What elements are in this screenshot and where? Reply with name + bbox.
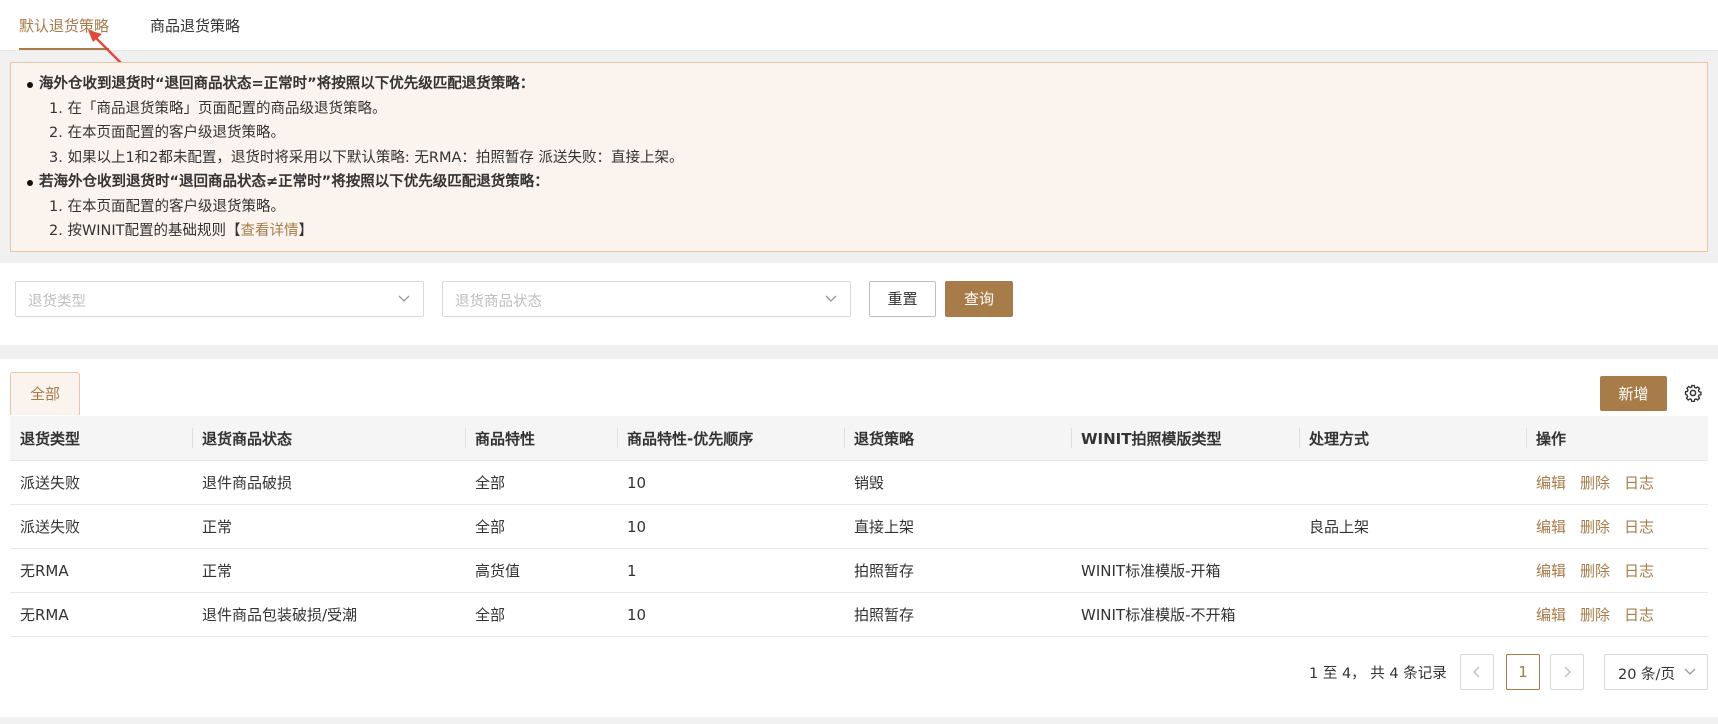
cell-return-status: 退件商品包装破损/受潮	[192, 592, 465, 637]
notice-rule-prefix: 2. 按WINIT配置的基础规则【	[49, 223, 241, 239]
column-header: 商品特性-优先顺序	[617, 416, 844, 461]
edit-link[interactable]: 编辑	[1536, 606, 1566, 624]
delete-link[interactable]: 删除	[1580, 518, 1610, 536]
cell-photo-template	[1071, 460, 1299, 505]
chevron-down-icon	[1684, 668, 1696, 675]
return-status-select[interactable]: 退货商品状态	[442, 281, 851, 317]
prev-page-button[interactable]	[1460, 654, 1494, 690]
return-status-placeholder: 退货商品状态	[455, 294, 542, 310]
cell-handling: 良品上架	[1299, 504, 1526, 549]
cell-actions: 编辑 删除 日志	[1526, 460, 1708, 505]
table-row: 派送失败 正常 全部 10 直接上架 良品上架 编辑 删除 日志	[10, 504, 1708, 549]
cell-return-type: 无RMA	[10, 548, 192, 593]
column-header: 退货商品状态	[192, 416, 465, 461]
notice-section2-item: 2. 按WINIT配置的基础规则【查看详情】	[49, 219, 313, 244]
view-details-link[interactable]: 查看详情	[241, 223, 299, 239]
chevron-down-icon	[825, 295, 837, 302]
notice-section1-item: 1. 在「商品退货策略」页面配置的商品级退货策略。	[49, 101, 387, 117]
cell-handling	[1299, 460, 1526, 505]
cell-handling	[1299, 592, 1526, 637]
cell-return-strategy: 直接上架	[844, 504, 1071, 549]
reset-button[interactable]: 重置	[869, 281, 936, 317]
edit-link[interactable]: 编辑	[1536, 474, 1566, 492]
page-size-value: 20 条/页	[1618, 667, 1675, 683]
tab-product-return-policy[interactable]: 商品退货策略	[150, 15, 240, 50]
cell-return-type: 派送失败	[10, 504, 192, 549]
cell-photo-template: WINIT标准模版-开箱	[1071, 548, 1299, 593]
delete-link[interactable]: 删除	[1580, 474, 1610, 492]
cell-return-type: 派送失败	[10, 460, 192, 505]
cell-return-strategy: 拍照暂存	[844, 592, 1071, 637]
column-header: WINIT拍照模版类型	[1071, 416, 1299, 461]
tab-all[interactable]: 全部	[10, 372, 80, 415]
cell-product-feature: 全部	[465, 504, 617, 549]
add-button[interactable]: 新增	[1600, 376, 1667, 411]
chevron-right-icon	[1564, 666, 1571, 678]
pagination-summary: 1 至 4， 共 4 条记录	[1309, 666, 1447, 682]
chevron-left-icon	[1473, 666, 1480, 678]
table-header-row: 退货类型 退货商品状态 商品特性 商品特性-优先顺序 退货策略 WINIT拍照模…	[10, 416, 1708, 461]
column-header: 退货策略	[844, 416, 1071, 461]
notice-section1-item: 3. 如果以上1和2都未配置，退货时将采用以下默认策略: 无RMA：拍照暂存 派…	[49, 150, 684, 166]
cell-return-status: 退件商品破损	[192, 460, 465, 505]
column-header: 商品特性	[465, 416, 617, 461]
log-link[interactable]: 日志	[1624, 562, 1654, 580]
cell-feature-priority: 10	[617, 460, 844, 505]
page-number-button[interactable]: 1	[1506, 654, 1540, 690]
cell-return-strategy: 拍照暂存	[844, 548, 1071, 593]
gear-icon[interactable]	[1684, 384, 1702, 402]
cell-return-status: 正常	[192, 548, 465, 593]
filter-panel: 退货类型 退货商品状态	[0, 263, 1718, 345]
column-header: 处理方式	[1299, 416, 1526, 461]
table-row: 无RMA 退件商品包装破损/受潮 全部 10 拍照暂存 WINIT标准模版-不开…	[10, 592, 1708, 637]
edit-link[interactable]: 编辑	[1536, 562, 1566, 580]
return-type-select[interactable]: 退货类型	[15, 281, 424, 317]
table-row: 无RMA 正常 高货值 1 拍照暂存 WINIT标准模版-开箱 编辑 删除 日志	[10, 548, 1708, 593]
cell-actions: 编辑 删除 日志	[1526, 504, 1708, 549]
delete-link[interactable]: 删除	[1580, 606, 1610, 624]
notice-section1-title: 海外仓收到退货时“退回商品状态=正常时”将按照以下优先级匹配退货策略：	[26, 72, 534, 97]
cell-product-feature: 全部	[465, 460, 617, 505]
cell-handling	[1299, 548, 1526, 593]
cell-return-status: 正常	[192, 504, 465, 549]
log-link[interactable]: 日志	[1624, 606, 1654, 624]
return-policy-table: 退货类型 退货商品状态 商品特性 商品特性-优先顺序 退货策略 WINIT拍照模…	[10, 416, 1708, 637]
notice-section1-item: 2. 在本页面配置的客户级退货策略。	[49, 125, 285, 141]
cell-actions: 编辑 删除 日志	[1526, 548, 1708, 593]
cell-feature-priority: 1	[617, 548, 844, 593]
page-size-select[interactable]: 20 条/页	[1604, 654, 1708, 690]
log-link[interactable]: 日志	[1624, 474, 1654, 492]
cell-actions: 编辑 删除 日志	[1526, 592, 1708, 637]
cell-return-strategy: 销毁	[844, 460, 1071, 505]
return-type-placeholder: 退货类型	[28, 294, 86, 310]
notice-section2-item: 1. 在本页面配置的客户级退货策略。	[49, 199, 285, 215]
cell-product-feature: 全部	[465, 592, 617, 637]
column-header: 操作	[1526, 416, 1708, 461]
next-page-button[interactable]	[1550, 654, 1584, 690]
delete-link[interactable]: 删除	[1580, 562, 1610, 580]
chevron-down-icon	[398, 295, 410, 302]
notice-section2-title: 若海外仓收到退货时“退回商品状态≠正常时”将按照以下优先级匹配退货策略：	[27, 170, 549, 195]
log-link[interactable]: 日志	[1624, 518, 1654, 536]
column-header: 退货类型	[10, 416, 192, 461]
top-tab-bar: 默认退货策略 商品退货策略	[0, 0, 1718, 69]
query-button[interactable]: 查询	[945, 281, 1013, 317]
notice-rule-suffix: 】	[298, 223, 314, 239]
cell-feature-priority: 10	[617, 504, 844, 549]
table-row: 派送失败 退件商品破损 全部 10 销毁 编辑 删除 日志	[10, 460, 1708, 505]
cell-product-feature: 高货值	[465, 548, 617, 593]
cell-feature-priority: 10	[617, 592, 844, 637]
edit-link[interactable]: 编辑	[1536, 518, 1566, 536]
return-policy-notice: 海外仓收到退货时“退回商品状态=正常时”将按照以下优先级匹配退货策略： 1. 在…	[10, 62, 1708, 252]
cell-return-type: 无RMA	[10, 592, 192, 637]
cell-photo-template: WINIT标准模版-不开箱	[1071, 592, 1299, 637]
cell-photo-template	[1071, 504, 1299, 549]
